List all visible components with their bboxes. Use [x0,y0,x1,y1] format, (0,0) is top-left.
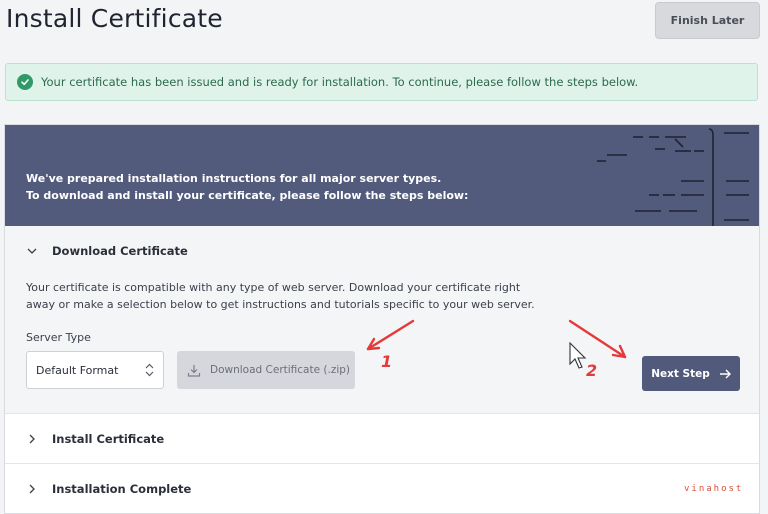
chevron-down-icon [25,244,39,258]
download-description: Your certificate is compatible with any … [26,279,566,313]
page: Install Certificate Finish Later Your ce… [0,0,768,514]
annotation-marker-1: 1 [381,352,393,371]
next-step-label: Next Step [651,367,710,380]
server-type-select[interactable]: Default Format [26,351,164,389]
check-circle-icon [17,74,33,90]
arrow-right-icon [719,369,731,379]
download-button-label: Download Certificate (.zip) [210,364,351,376]
finish-later-button[interactable]: Finish Later [655,2,760,39]
description-line-1: Your certificate is compatible with any … [26,281,521,294]
instructions-banner: We've prepared installation instructions… [5,125,759,226]
chevron-right-icon [25,432,39,446]
watermark: vinahost [684,484,744,494]
alert-message: Your certificate has been issued and is … [41,75,639,89]
success-alert: Your certificate has been issued and is … [5,63,758,101]
download-icon [187,364,201,377]
step-label: Download Certificate [52,243,188,258]
annotation-marker-2: 2 [586,361,598,380]
banner-line-2: To download and install your certificate… [26,189,469,202]
step-download-certificate[interactable]: Download Certificate [5,226,759,275]
server-type-label: Server Type [26,331,91,344]
steps-panel: We've prepared installation instructions… [4,124,760,514]
updown-icon [145,363,154,380]
page-title: Install Certificate [6,4,223,33]
step-install-certificate[interactable]: Install Certificate [5,413,759,463]
step-installation-complete[interactable]: Installation Complete [5,463,759,513]
step-label: Installation Complete [52,481,192,496]
mouse-cursor-icon [569,342,587,369]
download-step-body: Your certificate is compatible with any … [5,275,759,413]
server-type-value: Default Format [36,363,119,377]
banner-line-1: We've prepared installation instructions… [26,172,442,185]
server-illustration-icon [597,128,749,226]
download-certificate-button[interactable]: Download Certificate (.zip) [177,351,355,389]
step-label: Install Certificate [52,431,165,446]
description-line-2: away or make a selection below to get in… [26,298,535,311]
banner-text: We've prepared installation instructions… [26,170,468,204]
chevron-right-icon [25,482,39,496]
next-step-button[interactable]: Next Step [642,356,740,391]
